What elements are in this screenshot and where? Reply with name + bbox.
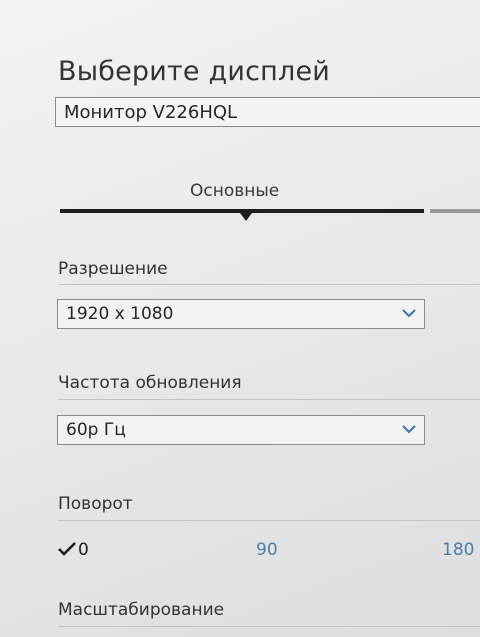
- scaling-label: Масштабирование: [58, 600, 225, 620]
- rotation-option-label: 180: [442, 540, 475, 560]
- rotation-option-0[interactable]: 0: [58, 540, 89, 560]
- chevron-down-icon: [402, 309, 416, 318]
- rotation-option-90[interactable]: 90: [256, 540, 278, 560]
- tab-basic[interactable]: Основные: [190, 181, 279, 201]
- tab-next-indicator[interactable]: [430, 209, 480, 213]
- refresh-rate-divider: [58, 399, 480, 400]
- rotation-option-180[interactable]: 180: [442, 540, 474, 560]
- check-icon: [58, 542, 76, 556]
- rotation-option-label: 90: [256, 540, 278, 560]
- display-select[interactable]: Монитор V226HQL: [55, 97, 480, 127]
- refresh-rate-dropdown[interactable]: 60р Гц: [57, 415, 425, 445]
- rotation-divider: [58, 520, 480, 521]
- rotation-option-label: 0: [78, 540, 89, 560]
- resolution-label: Разрешение: [58, 259, 168, 279]
- refresh-rate-value: 60р Гц: [66, 420, 126, 440]
- tab-pointer-icon: [240, 213, 252, 221]
- page-title: Выберите дисплей: [58, 56, 331, 87]
- resolution-divider: [58, 284, 480, 285]
- refresh-rate-label: Частота обновления: [58, 373, 242, 393]
- resolution-dropdown[interactable]: 1920 x 1080: [57, 299, 425, 329]
- scaling-divider: [58, 626, 480, 627]
- rotation-label: Поворот: [58, 494, 133, 514]
- display-settings-screen: Выберите дисплей Монитор V226HQL Основны…: [0, 0, 480, 637]
- display-select-value: Монитор V226HQL: [64, 102, 238, 123]
- resolution-value: 1920 x 1080: [66, 304, 174, 324]
- chevron-down-icon: [402, 425, 416, 434]
